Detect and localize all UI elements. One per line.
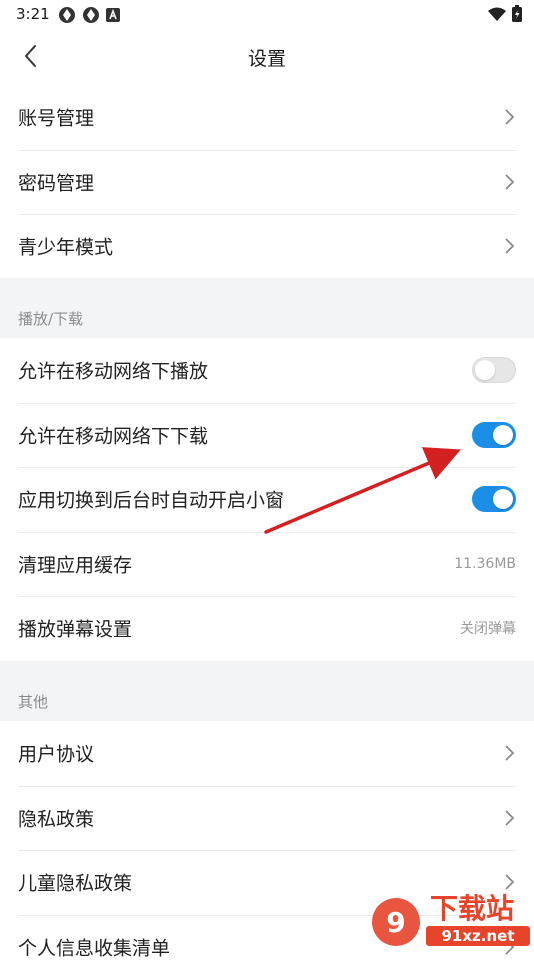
chevron-right-icon: [502, 809, 516, 827]
row-label: 账号管理: [18, 104, 94, 131]
row-label: 用户协议: [18, 740, 94, 767]
row-label: 密码管理: [18, 168, 94, 195]
watermark-text: 下载站: [430, 892, 514, 925]
watermark-logo: 9 下载站 91xz.net: [364, 880, 534, 950]
toggle-knob: [475, 360, 495, 380]
row-label: 应用切换到后台时自动开启小窗: [18, 486, 284, 513]
svg-text:9: 9: [386, 906, 405, 939]
danmaku-settings-row[interactable]: 播放弹幕设置 关闭弹幕: [0, 596, 534, 661]
row-label: 儿童隐私政策: [18, 869, 132, 896]
row-label: 播放弹幕设置: [18, 615, 132, 642]
clear-cache-row[interactable]: 清理应用缓存 11.36MB: [0, 532, 534, 597]
user-agreement-row[interactable]: 用户协议: [0, 721, 534, 786]
section-header-other: 其他: [18, 691, 48, 712]
allow-mobile-download-row: 允许在移动网络下下载: [0, 403, 534, 468]
password-management-row[interactable]: 密码管理: [0, 150, 534, 215]
status-icons-right: [488, 5, 522, 22]
chevron-right-icon: [502, 108, 516, 126]
chevron-right-icon: [502, 744, 516, 762]
account-list: 账号管理 密码管理 青少年模式: [0, 85, 534, 279]
wifi-icon: [488, 7, 506, 21]
youth-mode-row[interactable]: 青少年模式: [0, 214, 534, 279]
account-management-row[interactable]: 账号管理: [0, 85, 534, 150]
auto-pip-toggle[interactable]: [472, 486, 516, 512]
toggle-knob: [493, 489, 513, 509]
allow-mobile-playback-row: 允许在移动网络下播放: [0, 338, 534, 403]
font-a-icon: [106, 8, 120, 22]
watermark-url: 91xz.net: [441, 927, 514, 945]
mobile-download-toggle[interactable]: [472, 422, 516, 448]
auto-pip-row: 应用切换到后台时自动开启小窗: [0, 467, 534, 532]
row-label: 隐私政策: [18, 804, 94, 831]
row-label: 青少年模式: [18, 233, 113, 260]
playback-list: 允许在移动网络下播放 允许在移动网络下下载 应用切换到后台时自动开启小窗 清理应…: [0, 338, 534, 661]
mobile-playback-toggle[interactable]: [472, 357, 516, 383]
app-notification-icon: [58, 6, 76, 24]
app-notification-icon: [82, 6, 100, 24]
nav-bar: 设置: [0, 30, 534, 84]
page-title: 设置: [0, 44, 534, 71]
status-bar: 3:21: [0, 0, 534, 30]
section-divider: 播放/下载: [0, 278, 534, 338]
chevron-right-icon: [502, 173, 516, 191]
privacy-policy-row[interactable]: 隐私政策: [0, 786, 534, 851]
danmaku-status-value: 关闭弹幕: [460, 618, 516, 638]
row-label: 允许在移动网络下播放: [18, 357, 208, 384]
download-site-logo-icon: 9 下载站 91xz.net: [364, 880, 534, 950]
row-label: 个人信息收集清单: [18, 933, 170, 960]
chevron-right-icon: [502, 237, 516, 255]
battery-icon: [512, 5, 522, 22]
section-header-playback: 播放/下载: [18, 308, 83, 329]
toggle-knob: [493, 425, 513, 445]
status-time: 3:21: [16, 5, 50, 23]
status-icons-left: [58, 6, 120, 24]
row-label: 允许在移动网络下下载: [18, 421, 208, 448]
row-label: 清理应用缓存: [18, 550, 132, 577]
section-divider: 其他: [0, 661, 534, 721]
cache-size-value: 11.36MB: [454, 556, 516, 572]
